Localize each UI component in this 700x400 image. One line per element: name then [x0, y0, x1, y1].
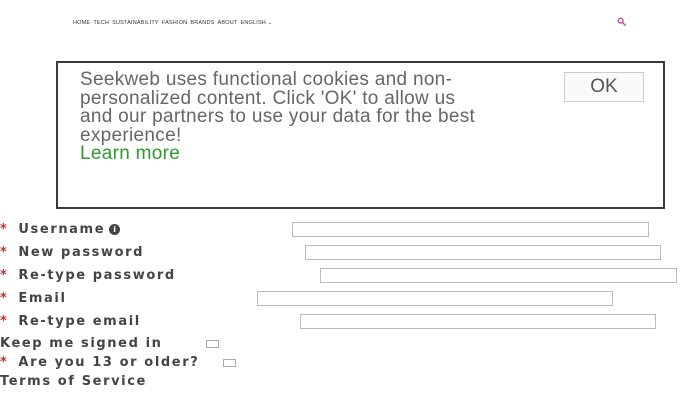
required-marker: *	[0, 245, 9, 260]
nav-tech[interactable]: TECH	[93, 20, 109, 26]
new-password-label: * New password	[0, 245, 144, 260]
learn-more-link[interactable]: Learn more	[80, 143, 180, 164]
terms-label: Terms of Service	[0, 374, 147, 389]
nav-home[interactable]: HOME	[73, 20, 90, 26]
language-selector[interactable]: ENGLISH ⌄	[240, 20, 272, 26]
search-icon[interactable]	[617, 17, 626, 26]
cookie-ok-button[interactable]: OK	[564, 72, 644, 102]
age-label-text: Are you 13 or older?	[18, 355, 200, 370]
retype-email-label-text: Re-type email	[18, 314, 141, 329]
username-label-text: Username	[18, 222, 106, 237]
retype-email-input[interactable]	[300, 314, 656, 329]
required-marker: *	[0, 314, 9, 329]
language-label: ENGLISH	[240, 20, 266, 26]
retype-password-label: * Re-type password	[0, 268, 176, 283]
retype-email-label: * Re-type email	[0, 314, 141, 329]
age-label: * Are you 13 or older?	[0, 355, 199, 370]
new-password-input[interactable]	[305, 245, 661, 260]
age-checkbox[interactable]	[223, 359, 236, 367]
required-marker: *	[0, 355, 9, 370]
cookie-banner: Seekweb uses functional cookies and non-…	[56, 61, 665, 209]
nav-brands[interactable]: BRANDS	[190, 20, 214, 26]
keep-signed-in-checkbox[interactable]	[206, 340, 219, 348]
chevron-down-icon: ⌄	[267, 20, 273, 26]
email-label: * Email	[0, 291, 67, 306]
keep-signed-in-label: Keep me signed in	[0, 336, 163, 351]
cookie-message: Seekweb uses functional cookies and non-…	[80, 69, 490, 164]
top-nav: HOME TECH SUSTAINABILITY FASHION BRANDS …	[73, 17, 272, 29]
email-input[interactable]	[257, 291, 613, 306]
username-input[interactable]	[292, 222, 649, 237]
email-label-text: Email	[18, 291, 67, 306]
nav-about[interactable]: ABOUT	[217, 20, 237, 26]
retype-password-label-text: Re-type password	[18, 268, 176, 283]
retype-password-input[interactable]	[320, 268, 677, 283]
required-marker: *	[0, 268, 9, 283]
new-password-label-text: New password	[18, 245, 145, 260]
username-label: * Username i	[0, 222, 121, 237]
required-marker: *	[0, 222, 9, 237]
nav-fashion[interactable]: FASHION	[162, 20, 188, 26]
required-marker: *	[0, 291, 9, 306]
nav-sustainability[interactable]: SUSTAINABILITY	[112, 20, 159, 26]
cookie-message-text: Seekweb uses functional cookies and non-…	[80, 69, 476, 146]
info-icon[interactable]: i	[109, 224, 121, 235]
